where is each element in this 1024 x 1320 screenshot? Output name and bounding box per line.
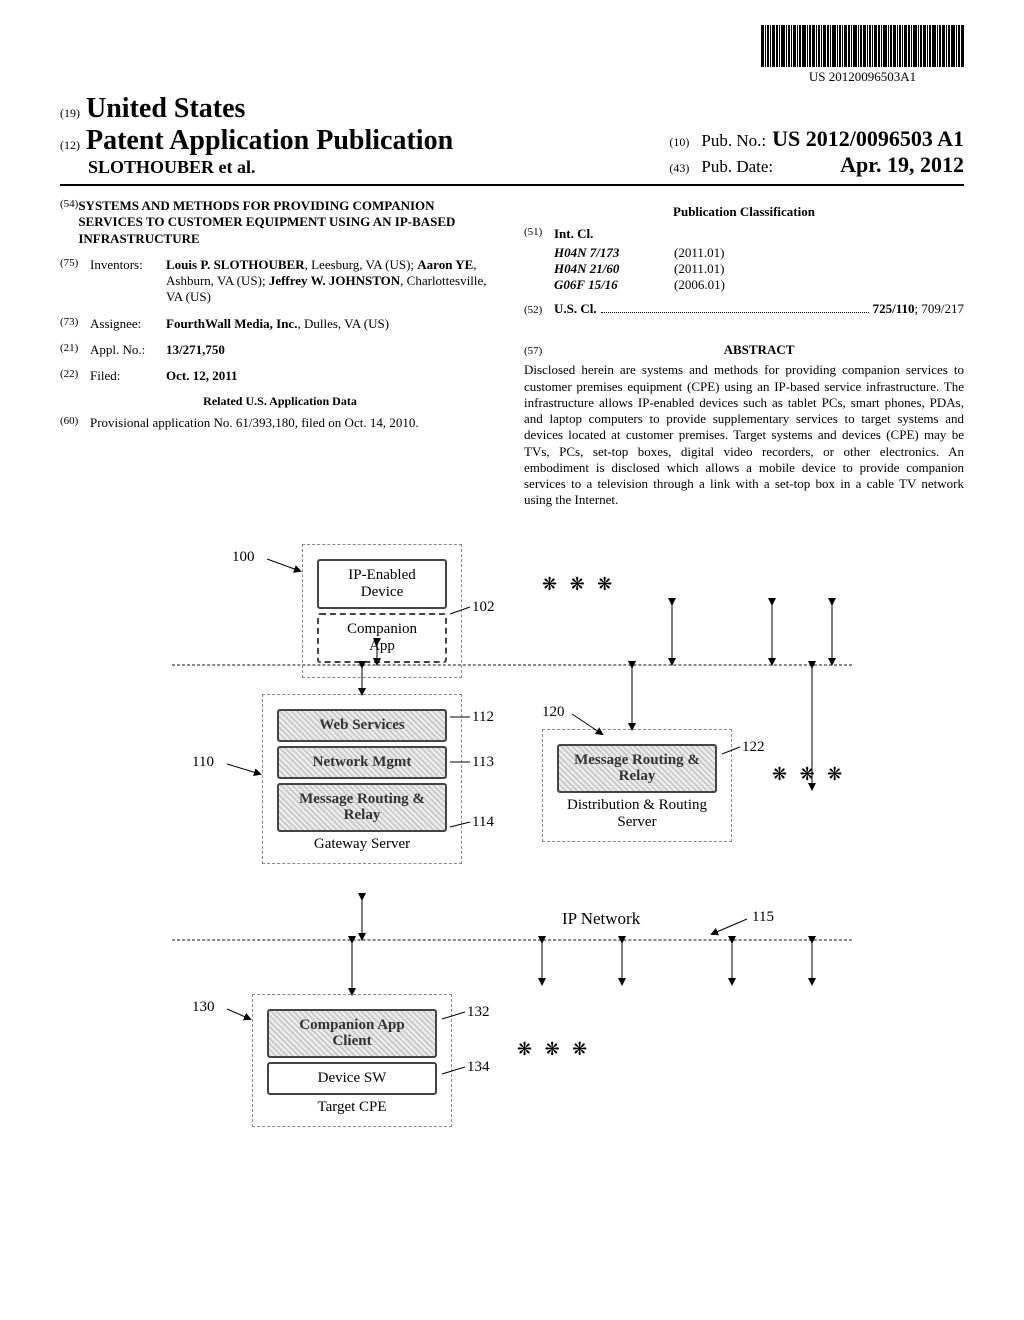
code-43: (43) [669, 161, 689, 176]
ref-115: 115 [752, 909, 774, 926]
code-54: (54) [60, 198, 78, 247]
barcode-number: US 20120096503A1 [809, 69, 916, 85]
inventors-label: Inventors: [90, 257, 166, 306]
intcl-code-1: H04N 21/60 [554, 261, 674, 277]
title-block: (19) United States (12) Patent Applicati… [60, 93, 964, 178]
ref-132: 132 [467, 1004, 490, 1021]
intcl-date-1: (2011.01) [674, 261, 724, 277]
code-52: (52) [524, 304, 554, 318]
intcl-code-0: H04N 7/173 [554, 245, 674, 261]
ref-134: 134 [467, 1059, 490, 1076]
ip-enabled-device-box: IP-Enabled Device [317, 559, 447, 609]
figure-1: 100 IP-Enabled Device Companion App 102 … [60, 539, 964, 1179]
divider [60, 184, 964, 186]
header-barcode-area: US 20120096503A1 [60, 25, 964, 85]
ref-122: 122 [742, 739, 765, 756]
biblio-columns: (54) SYSTEMS AND METHODS FOR PROVIDING C… [60, 198, 964, 509]
ellipsis-top: ❋ ❋ ❋ [542, 574, 616, 595]
author-line: SLOTHOUBER et al. [88, 157, 453, 178]
publication-number: US 2012/0096503 A1 [772, 126, 964, 152]
left-column: (54) SYSTEMS AND METHODS FOR PROVIDING C… [60, 198, 500, 509]
target-cpe-label: Target CPE [267, 1099, 437, 1116]
uscl-label: U.S. Cl. [554, 301, 597, 317]
ellipsis-mid: ❋ ❋ ❋ [772, 764, 846, 785]
country: United States [86, 93, 245, 125]
code-51: (51) [524, 226, 554, 242]
related-app-heading: Related U.S. Application Data [60, 394, 500, 409]
msg-routing-box-dist: Message Routing & Relay [557, 744, 717, 793]
pub-classification-heading: Publication Classification [524, 204, 964, 220]
ip-enabled-device-group: IP-Enabled Device Companion App [302, 544, 462, 678]
pubdate-label: Pub. Date: [701, 157, 773, 177]
inventors: Louis P. SLOTHOUBER, Leesburg, VA (US); … [166, 257, 500, 306]
assignee-label: Assignee: [90, 316, 166, 332]
filed-date: Oct. 12, 2011 [166, 368, 500, 384]
code-19: (19) [60, 106, 80, 121]
publication-type: Patent Application Publication [86, 125, 453, 157]
uscl-rest: ; 709/217 [915, 301, 964, 317]
ref-110: 110 [192, 754, 214, 771]
provisional-app: Provisional application No. 61/393,180, … [90, 415, 500, 431]
network-mgmt-box: Network Mgmt [277, 746, 447, 779]
code-12: (12) [60, 138, 80, 153]
ref-130: 130 [192, 999, 215, 1016]
companion-app-client-box: Companion App Client [267, 1009, 437, 1058]
right-column: Publication Classification (51) Int. Cl.… [524, 198, 964, 509]
publication-date: Apr. 19, 2012 [840, 152, 964, 178]
barcode: US 20120096503A1 [761, 25, 964, 85]
filed-label: Filed: [90, 368, 166, 384]
barcode-lines [761, 25, 964, 67]
ref-120: 120 [542, 704, 565, 721]
dotted-leader [601, 303, 869, 313]
device-sw-box: Device SW [267, 1062, 437, 1095]
ref-113: 113 [472, 754, 494, 771]
code-57: (57) [524, 345, 554, 359]
gateway-server-group: Web Services Network Mgmt Message Routin… [262, 694, 462, 864]
intcl-date-2: (2006.01) [674, 277, 725, 293]
uscl-main: 725/110 [873, 301, 915, 317]
invention-title: SYSTEMS AND METHODS FOR PROVIDING COMPAN… [78, 198, 500, 247]
companion-app-box: Companion App [317, 613, 447, 663]
code-21: (21) [60, 342, 90, 358]
intcl-code-2: G06F 15/16 [554, 277, 674, 293]
application-number: 13/271,750 [166, 342, 500, 358]
assignee: FourthWall Media, Inc., Dulles, VA (US) [166, 316, 500, 332]
target-cpe-group: Companion App Client Device SW Target CP… [252, 994, 452, 1127]
code-60: (60) [60, 415, 90, 431]
pubno-label: Pub. No.: [701, 131, 766, 151]
code-75: (75) [60, 257, 90, 306]
ip-network-label: IP Network [562, 909, 640, 929]
dist-routing-label: Distribution & Routing Server [557, 797, 717, 832]
gateway-server-label: Gateway Server [277, 836, 447, 853]
code-22: (22) [60, 368, 90, 384]
msg-routing-box-gateway: Message Routing & Relay [277, 783, 447, 832]
applno-label: Appl. No.: [90, 342, 166, 358]
web-services-box: Web Services [277, 709, 447, 742]
intcl-label: Int. Cl. [554, 226, 593, 242]
dist-routing-group: Message Routing & Relay Distribution & R… [542, 729, 732, 843]
code-10: (10) [669, 135, 689, 150]
code-73: (73) [60, 316, 90, 332]
abstract-text: Disclosed herein are systems and methods… [524, 362, 964, 508]
abstract-heading: ABSTRACT [554, 342, 964, 358]
ref-112: 112 [472, 709, 494, 726]
ellipsis-bottom: ❋ ❋ ❋ [517, 1039, 591, 1060]
ref-100: 100 [232, 549, 255, 566]
ref-102: 102 [472, 599, 495, 616]
intcl-date-0: (2011.01) [674, 245, 724, 261]
ref-114: 114 [472, 814, 494, 831]
